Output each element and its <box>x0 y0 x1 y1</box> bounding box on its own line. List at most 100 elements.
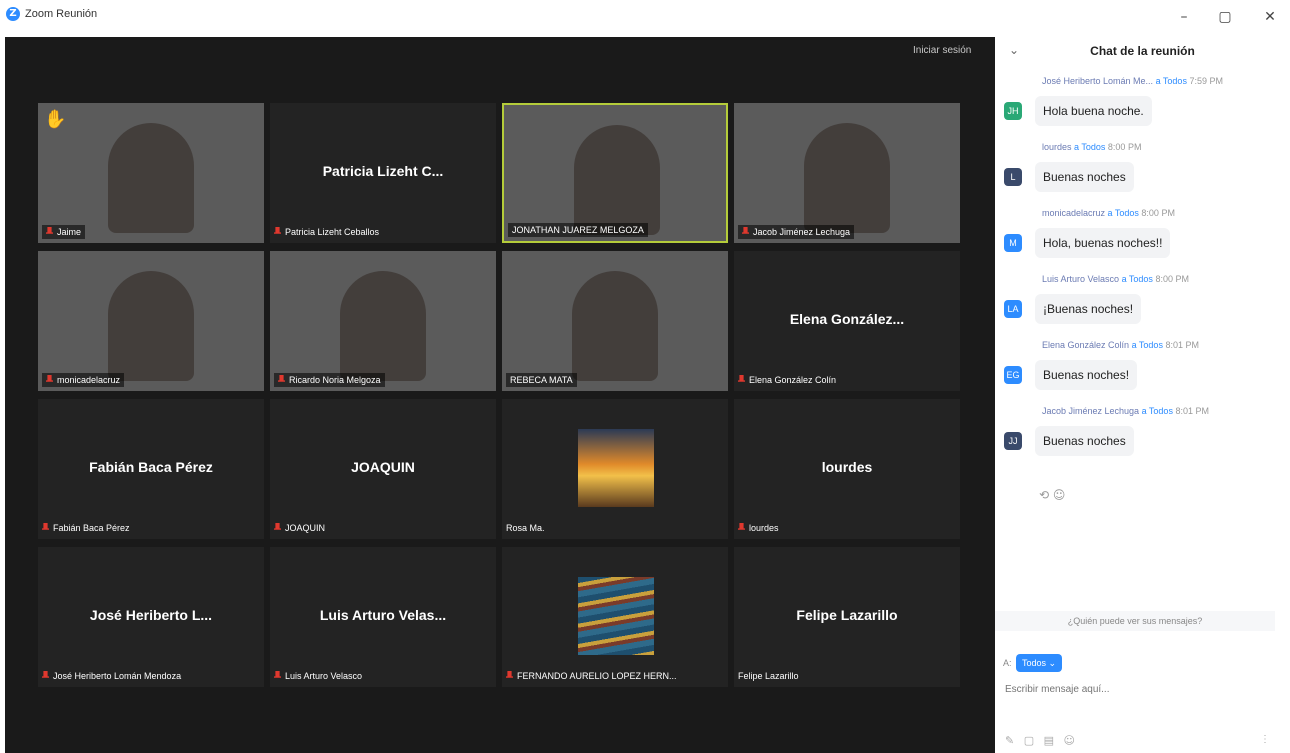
message-meta: Jacob Jiménez Lechuga a Todos 8:01 PM <box>1042 406 1286 416</box>
recipient: a Todos <box>1074 142 1106 152</box>
timestamp: 7:59 PM <box>1189 76 1223 86</box>
participant-name-label: Patricia Lizeht Ceballos <box>274 225 383 239</box>
recipient-label: A: <box>1003 658 1012 668</box>
participant-name: REBECA MATA <box>510 375 573 385</box>
title-bar: Z Zoom Reunión – ▢ ✕ <box>0 0 1290 34</box>
muted-mic-icon <box>742 227 749 234</box>
file-icon[interactable]: ▤ <box>1044 734 1054 747</box>
message-meta: lourdes a Todos 8:00 PM <box>1042 142 1286 152</box>
participant-tile[interactable]: Elena González... Elena González Colín <box>734 251 960 391</box>
chat-toolbar: ✎ ▢ ▤ ☺ <box>1005 734 1081 747</box>
video-feed <box>340 271 426 381</box>
sender-name: Elena González Colín <box>1042 340 1130 350</box>
participant-name-label: JOAQUIN <box>274 521 329 535</box>
muted-mic-icon <box>738 375 745 382</box>
participant-name-label: FERNANDO AURELIO LOPEZ HERN... <box>506 669 681 683</box>
message-reactions[interactable]: ⟲ ☺ <box>1039 488 1065 502</box>
participant-name: monicadelacruz <box>57 375 121 385</box>
sender-name: monicadelacruz <box>1042 208 1106 218</box>
muted-mic-icon <box>506 671 513 678</box>
muted-mic-icon <box>274 671 281 678</box>
message-text: Buenas noches <box>1035 162 1134 192</box>
avatar: M <box>1004 234 1022 252</box>
participant-photo <box>578 429 654 507</box>
emoji-icon[interactable]: ☺ <box>1064 734 1075 747</box>
participant-tile[interactable]: José Heriberto L... José Heriberto Lomán … <box>38 547 264 687</box>
close-button[interactable]: ✕ <box>1258 6 1282 28</box>
message-text: Buenas noches <box>1035 426 1134 456</box>
sender-name: José Heriberto Lomán Me... <box>1042 76 1154 86</box>
participant-photo <box>578 577 654 655</box>
participant-name: Ricardo Noria Melgoza <box>289 375 381 385</box>
participant-name: Jaime <box>57 227 82 237</box>
timestamp: 8:01 PM <box>1175 406 1209 416</box>
participant-display-name: José Heriberto L... <box>89 607 213 623</box>
participant-tile[interactable]: FERNANDO AURELIO LOPEZ HERN... <box>502 547 728 687</box>
muted-mic-icon <box>42 523 49 530</box>
recipient: a Todos <box>1141 406 1173 416</box>
participant-tile[interactable]: Felipe Lazarillo Felipe Lazarillo <box>734 547 960 687</box>
participant-tile[interactable]: Fabián Baca Pérez Fabián Baca Pérez <box>38 399 264 539</box>
muted-mic-icon <box>42 671 49 678</box>
avatar: JJ <box>1004 432 1022 450</box>
signin-link[interactable]: Iniciar sesión <box>913 45 971 56</box>
recipient-dropdown[interactable]: Todos ⌄ <box>1016 654 1063 672</box>
participant-name-label: REBECA MATA <box>506 373 577 387</box>
chat-message: monicadelacruz a Todos 8:00 PM M Hola, bue… <box>995 208 1290 282</box>
participant-tile[interactable]: Jacob Jiménez Lechuga <box>734 103 960 243</box>
message-text: Buenas noches! <box>1035 360 1138 390</box>
video-gallery: Iniciar sesión ✋ Jaime Patricia Lizeht C..… <box>5 37 995 753</box>
participant-tile[interactable]: lourdes lourdes <box>734 399 960 539</box>
recipient: a Todos <box>1155 76 1187 86</box>
participant-name-label: Elena González Colín <box>738 373 840 387</box>
window-title: Zoom Reunión <box>25 8 98 20</box>
participant-name: JOAQUIN <box>285 523 326 533</box>
chat-message: Luis Arturo Velasco a Todos 8:00 PM LA ¡Bu… <box>995 274 1290 348</box>
chat-message: lourdes a Todos 8:00 PM L Buenas noches <box>995 142 1290 216</box>
participant-name-label: lourdes <box>738 521 783 535</box>
participant-tile[interactable]: Luis Arturo Velas... Luis Arturo Velasco <box>270 547 496 687</box>
participant-name: Jacob Jiménez Lechuga <box>753 227 851 237</box>
participant-display-name: Felipe Lazarillo <box>796 607 898 623</box>
participant-name: Felipe Lazarillo <box>738 671 799 681</box>
avatar: EG <box>1004 366 1022 384</box>
sender-name: Luis Arturo Velasco <box>1042 274 1120 284</box>
participant-tile[interactable]: JONATHAN JUAREZ MELGOZA <box>502 103 728 243</box>
minimize-button[interactable]: – <box>1172 6 1196 28</box>
participant-display-name: lourdes <box>821 459 873 475</box>
message-text: Hola buena noche. <box>1035 96 1152 126</box>
more-options-icon[interactable]: ⋮ <box>1260 734 1270 745</box>
participant-name-label: Jacob Jiménez Lechuga <box>738 225 855 239</box>
video-feed <box>804 123 890 233</box>
participant-tile[interactable]: Patricia Lizeht C... Patricia Lizeht Ceba… <box>270 103 496 243</box>
muted-mic-icon <box>738 523 745 530</box>
chat-message-input[interactable] <box>1005 679 1275 699</box>
participant-name-label: Fabián Baca Pérez <box>42 521 134 535</box>
participant-tile[interactable]: REBECA MATA <box>502 251 728 391</box>
format-icon[interactable]: ✎ <box>1005 734 1014 747</box>
participant-display-name: JOAQUIN <box>351 459 415 475</box>
timestamp: 8:00 PM <box>1155 274 1189 284</box>
screenshot-icon[interactable]: ▢ <box>1024 734 1034 747</box>
who-can-see-link[interactable]: ¿Quién puede ver sus mensajes? <box>995 611 1275 631</box>
chat-message: José Heriberto Lomán Me... a Todos 7:59 … <box>995 76 1290 150</box>
restore-button[interactable]: ▢ <box>1213 6 1237 28</box>
muted-mic-icon <box>274 227 281 234</box>
participant-tile[interactable]: Ricardo Noria Melgoza <box>270 251 496 391</box>
participant-name: FERNANDO AURELIO LOPEZ HERN... <box>517 671 677 681</box>
participant-tile[interactable]: ✋ Jaime <box>38 103 264 243</box>
timestamp: 8:00 PM <box>1141 208 1175 218</box>
chat-message: Jacob Jiménez Lechuga a Todos 8:01 PM JJ B… <box>995 406 1290 480</box>
avatar: LA <box>1004 300 1022 318</box>
participant-tile[interactable]: JOAQUIN JOAQUIN <box>270 399 496 539</box>
participant-name: JONATHAN JUAREZ MELGOZA <box>512 225 644 235</box>
participant-display-name: Fabián Baca Pérez <box>89 459 213 475</box>
muted-mic-icon <box>46 375 53 382</box>
participant-name-label: Luis Arturo Velasco <box>274 669 366 683</box>
chat-header: ⌄ Chat de la reunión <box>995 34 1290 68</box>
participant-tile[interactable]: monicadelacruz <box>38 251 264 391</box>
message-meta: Elena González Colín a Todos 8:01 PM <box>1042 340 1286 350</box>
participant-name: Luis Arturo Velasco <box>285 671 363 681</box>
muted-mic-icon <box>278 375 285 382</box>
participant-tile[interactable]: Rosa Ma. <box>502 399 728 539</box>
